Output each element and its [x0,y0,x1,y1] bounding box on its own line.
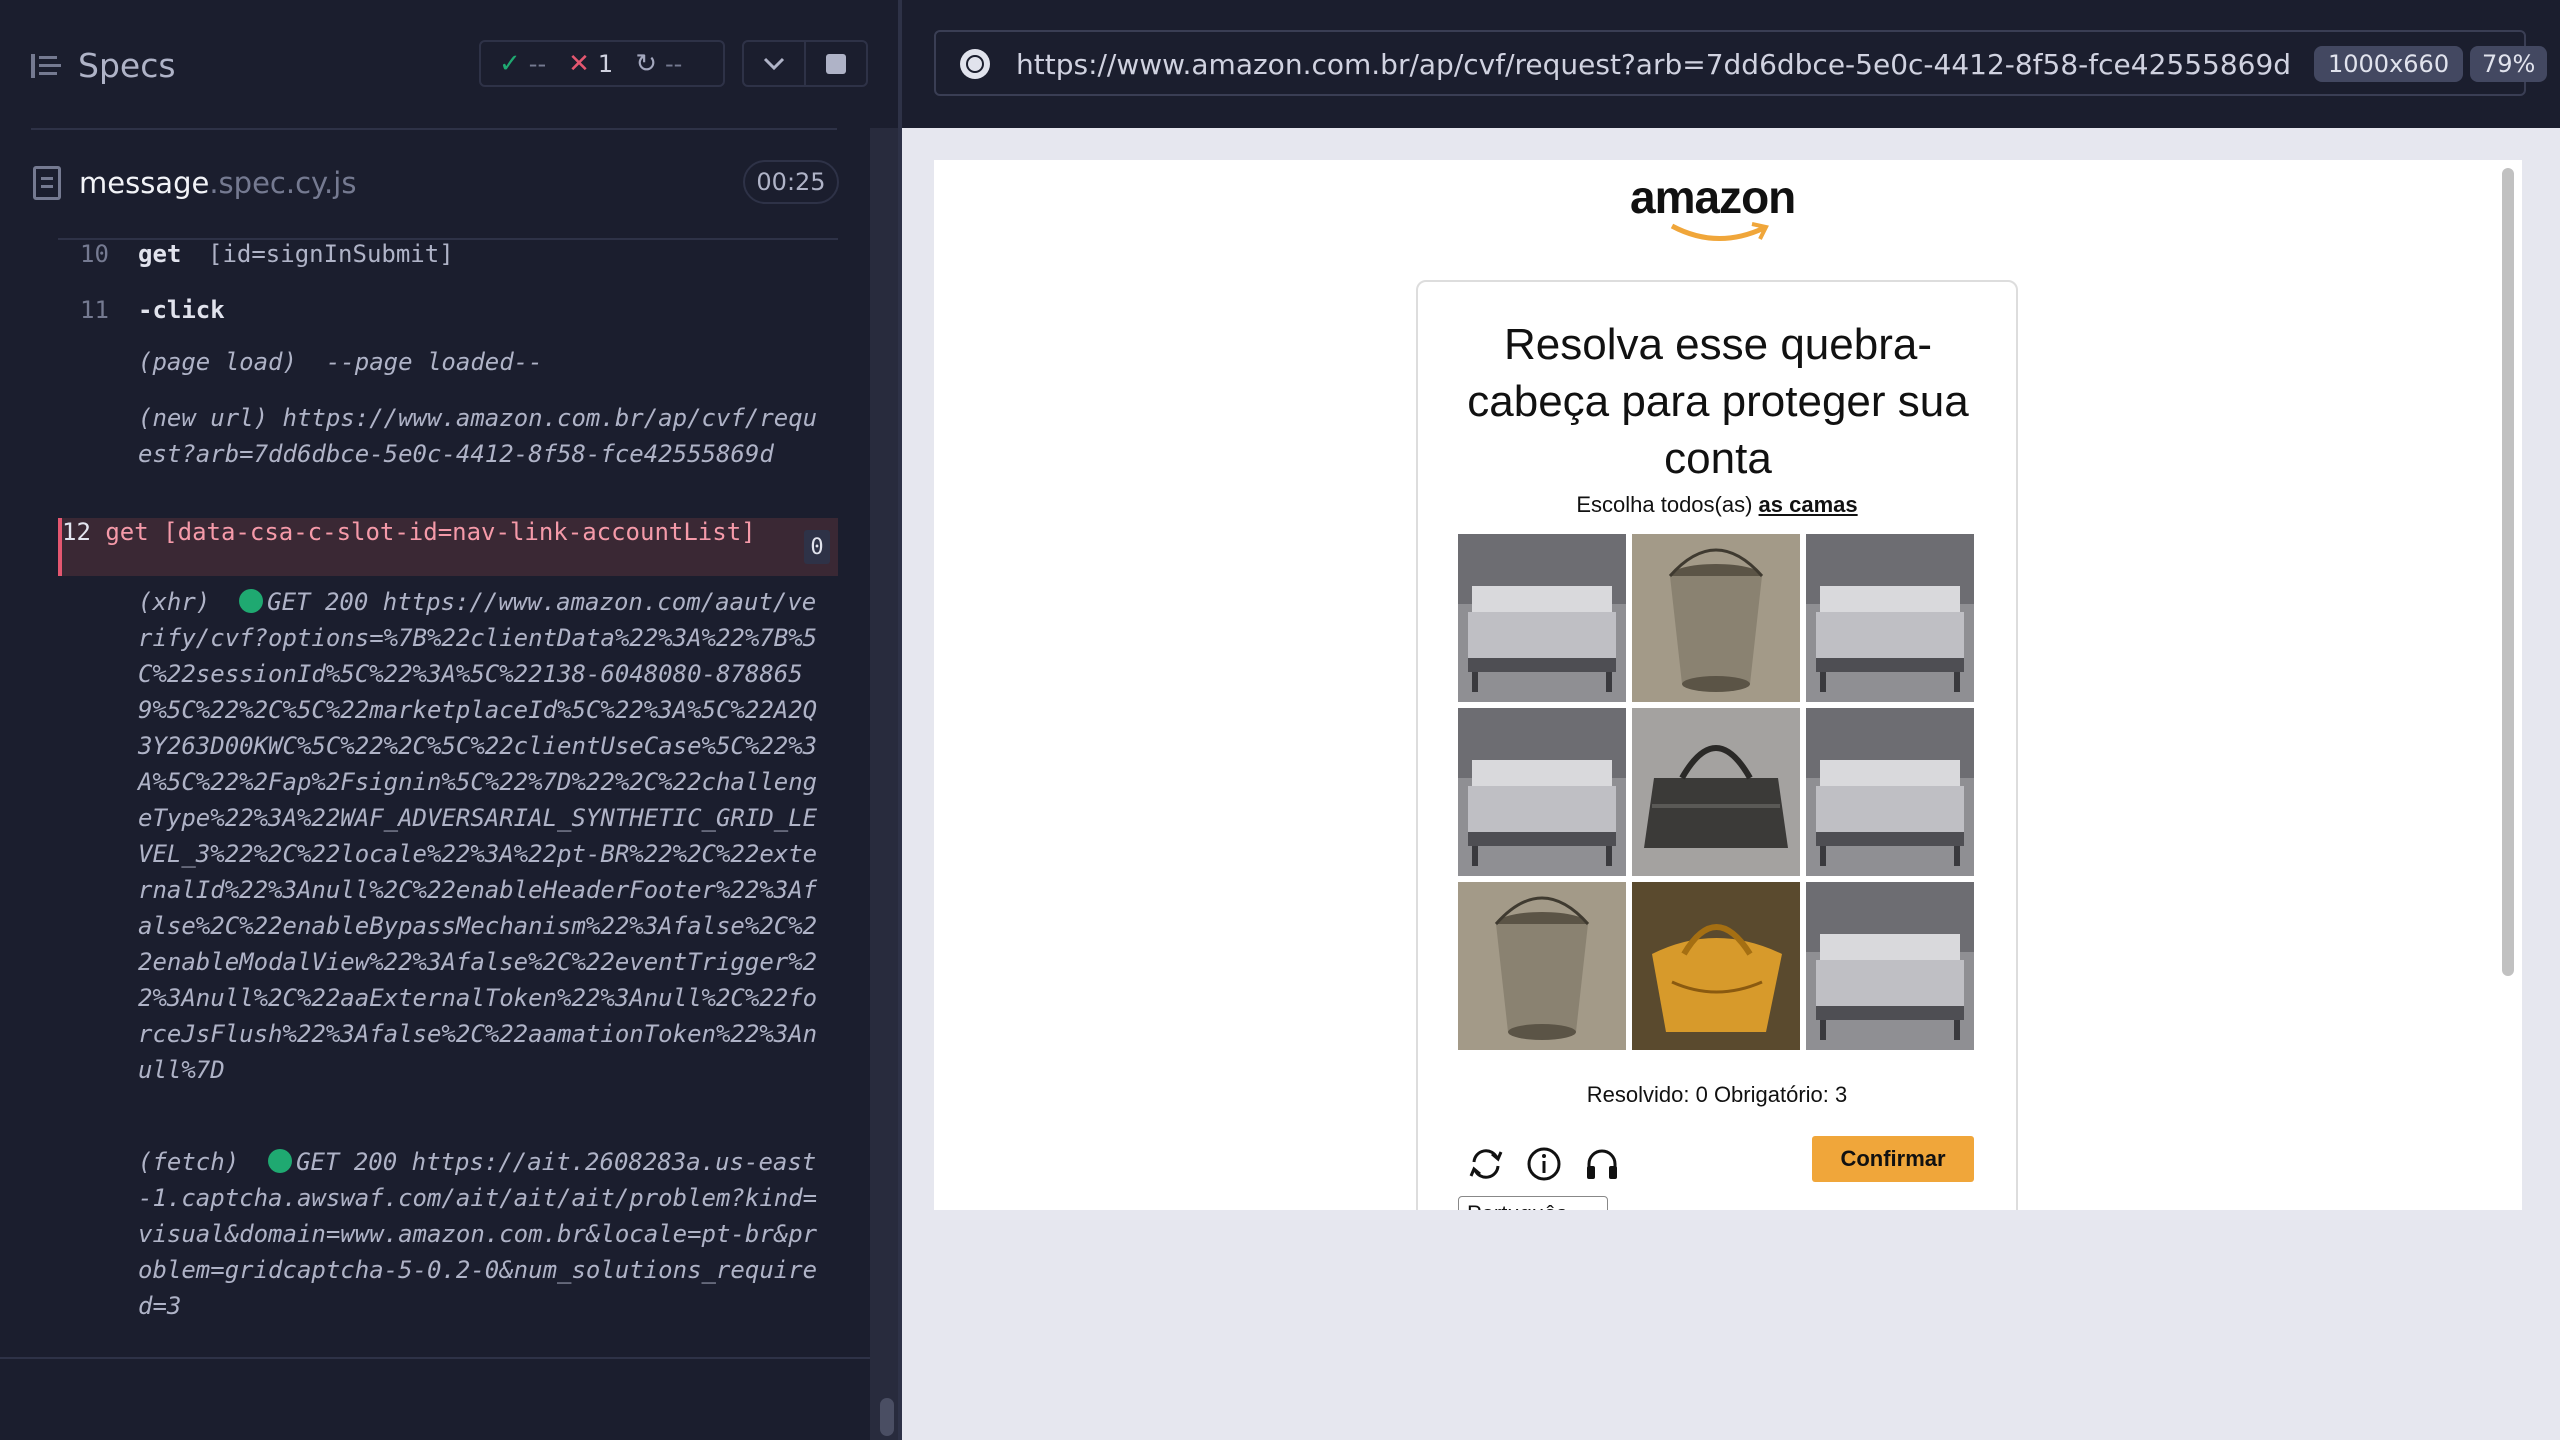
bag-image [1632,708,1800,876]
captcha-tile-bed[interactable] [1458,708,1626,876]
captcha-status: Resolvido: 0 Obrigatório: 3 [1586,1082,1848,1107]
footer-divider [0,1357,870,1359]
captcha-tile-bucket[interactable] [1632,534,1800,702]
info-icon[interactable] [1524,1144,1564,1184]
captcha-card: Resolva esse quebra-cabeça para proteger… [1416,280,2018,1210]
command-number: 12 [62,518,91,546]
file-icon [33,166,61,200]
audio-headphones-icon[interactable] [1582,1144,1622,1184]
captcha-title: Resolva esse quebra-cabeça para proteger… [1467,320,1969,483]
captcha-grid [1458,534,1974,1050]
viewport-size-badge[interactable]: 1000x660 [2314,46,2464,82]
reporter-scroll-thumb[interactable] [880,1398,894,1436]
command-name: get [138,240,182,268]
header-divider [31,128,837,130]
reporter-panel: Specs ✓ -- ✕ 1 ↻ -- message.spec.cy.js 0… [0,0,900,1440]
xhr-message[interactable]: (xhr) GET 200 https://www.amazon.com/aau… [138,584,828,1088]
check-icon: ✓ [499,48,521,79]
zoom-badge[interactable]: 79% [2470,46,2548,82]
command-name: -click [138,296,225,324]
status-dot-icon [239,589,264,613]
command-row[interactable]: 10 get [id=signInSubmit] [58,240,838,270]
spec-file-name: message.spec.cy.js [79,166,357,200]
pending-count: -- [665,49,683,78]
chevron-down-icon [763,57,785,70]
globe-icon [960,49,990,79]
captcha-tile-bucket[interactable] [1458,882,1626,1050]
page-load-message: (page load) --page loaded-- [138,348,543,376]
amazon-smile-icon [1670,222,1769,241]
aut-iframe: amazon Resolva esse quebra-cabeça para p… [934,160,2522,1210]
passed-count: -- [528,49,547,78]
captcha-instruction: Escolha todos(as) as camas [1576,492,1858,517]
chevron-down-icon: ⌄ [1586,1201,1599,1210]
stats-box: ✓ -- ✕ 1 ↻ -- [479,40,725,87]
captcha-tile-bed[interactable] [1806,534,1974,702]
spec-file-row[interactable]: message.spec.cy.js 00:25 [31,160,839,208]
command-number: 11 [80,296,109,324]
specs-menu-icon[interactable] [31,52,63,80]
captcha-tile-bag[interactable] [1632,708,1800,876]
command-arg: [id=signInSubmit] [208,240,454,268]
failed-count: 1 [597,49,614,78]
captcha-tile-bed[interactable] [1806,708,1974,876]
iframe-scroll-thumb[interactable] [2502,168,2514,976]
collapse-button[interactable] [742,40,806,87]
app-under-test-panel: https://www.amazon.com.br/ap/cvf/request… [902,0,2560,1440]
command-row[interactable]: 11 -click [58,296,838,326]
bucket-image [1632,534,1800,702]
stat-pending: ↻ -- [635,49,682,79]
reporter-scrollbar[interactable] [870,128,900,1440]
stop-icon [826,53,846,74]
pending-icon: ↻ [635,48,657,79]
aut-header: https://www.amazon.com.br/ap/cvf/request… [902,0,2560,128]
status-dot-icon [268,1149,293,1173]
new-url-message: (new url) https://www.amazon.com.br/ap/c… [138,404,818,468]
stat-failed: ✕ 1 [568,49,613,79]
captcha-tile-bag[interactable] [1632,882,1800,1050]
command-row-active[interactable]: 12 get [data-csa-c-slot-id=nav-link-acco… [58,518,838,576]
url-bar[interactable]: https://www.amazon.com.br/ap/cvf/request… [934,30,2548,96]
bed-image [1806,882,1974,1050]
refresh-icon[interactable] [1466,1144,1506,1184]
command-number: 10 [80,240,109,268]
reporter-header: Specs ✓ -- ✕ 1 ↻ -- [0,0,900,130]
x-icon: ✕ [568,48,590,79]
command-arg: [data-csa-c-slot-id=nav-link-accountList… [163,518,756,546]
specs-label[interactable]: Specs [78,46,176,85]
command-log: 10 get [id=signInSubmit] 11 -click (page… [58,240,838,1335]
command-name: get [105,518,149,546]
stat-passed: ✓ -- [499,49,546,79]
captcha-tile-bed[interactable] [1458,534,1626,702]
bag-image [1632,882,1800,1050]
bed-image [1458,708,1626,876]
url-text[interactable]: https://www.amazon.com.br/ap/cvf/request… [1016,48,2291,81]
captcha-tile-bed[interactable] [1806,882,1974,1050]
confirm-button[interactable]: Confirmar [1812,1136,1974,1182]
element-count-badge: 0 [804,530,830,564]
bucket-image [1458,882,1626,1050]
language-select[interactable]: Português⌄ [1458,1196,1608,1210]
bed-image [1458,534,1626,702]
stop-button[interactable] [804,40,868,87]
bed-image [1806,708,1974,876]
fetch-message[interactable]: (fetch) GET 200 https://ait.2608283a.us-… [138,1144,828,1324]
bed-image [1806,534,1974,702]
spec-duration: 00:25 [743,160,839,204]
